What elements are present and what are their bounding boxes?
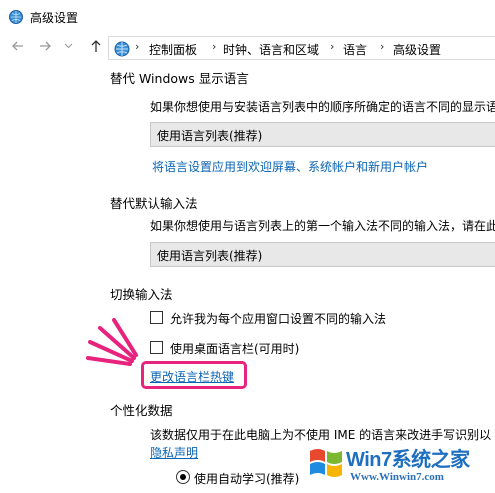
breadcrumb-clock-language-region[interactable]: 时钟、语言和区域 — [223, 41, 319, 58]
windows-logo-icon — [310, 449, 342, 477]
up-button[interactable] — [88, 39, 104, 57]
control-panel-icon — [114, 41, 130, 57]
display-language-select-value: 使用语言列表(推荐) — [157, 129, 263, 143]
desktop-language-bar-label: 使用桌面语言栏(可用时) — [170, 342, 300, 356]
override-display-description: 如果你想使用与安装语言列表中的顺序所确定的语言不同的显示语 — [150, 100, 495, 114]
breadcrumb-control-panel[interactable]: 控制面板 — [149, 41, 197, 58]
title-bar: 高级设置 — [0, 0, 495, 34]
breadcrumb-separator-icon: › — [135, 40, 140, 53]
section-title-personalization: 个性化数据 — [110, 403, 173, 418]
arrow-up-icon — [91, 40, 101, 52]
desktop-language-bar-checkbox[interactable] — [150, 341, 163, 354]
per-app-input-method-label: 允许我为每个应用窗口设置不同的输入法 — [170, 312, 387, 326]
recent-locations-button[interactable] — [63, 39, 73, 57]
breadcrumb-language[interactable]: 语言 — [343, 41, 367, 58]
breadcrumb-separator-icon: › — [330, 40, 335, 53]
address-bar[interactable]: › 控制面板 › 时钟、语言和区域 › 语言 › 高级设置 — [108, 36, 495, 60]
watermark-brand: Win7系统之家 — [346, 449, 470, 471]
apply-language-settings-link[interactable]: 将语言设置应用到欢迎屏幕、系统帐户和新用户帐户 — [152, 158, 428, 175]
input-method-select-value: 使用语言列表(推荐) — [157, 249, 263, 263]
window-title: 高级设置 — [30, 11, 79, 25]
override-input-description: 如果你想使用与语言列表上的第一个输入法不同的输入法，请在此 — [150, 219, 495, 233]
watermark-url: Www.Winwin7.com — [350, 471, 444, 483]
auto-learning-label: 使用自动学习(推荐) — [194, 472, 300, 486]
pointer-burst-icon — [86, 318, 138, 366]
desktop-language-bar-row[interactable]: 使用桌面语言栏(可用时) — [150, 340, 330, 356]
watermark: Win7系统之家 Www.Winwin7.com — [300, 437, 495, 493]
section-title-override-input: 替代默认输入法 — [110, 196, 198, 211]
arrow-right-icon — [40, 41, 51, 51]
section-title-override-display: 替代 Windows 显示语言 — [110, 71, 249, 86]
forward-button[interactable] — [37, 39, 53, 57]
auto-learning-radio[interactable] — [176, 470, 190, 484]
highlight-annotation — [141, 361, 247, 389]
input-method-select[interactable]: 使用语言列表(推荐) — [150, 242, 495, 267]
arrow-left-icon — [12, 41, 23, 51]
privacy-statement-link[interactable]: 隐私声明 — [150, 444, 198, 461]
per-app-input-method-row[interactable]: 允许我为每个应用窗口设置不同的输入法 — [150, 310, 410, 326]
display-language-select[interactable]: 使用语言列表(推荐) — [150, 122, 495, 147]
control-panel-icon — [9, 10, 23, 24]
main-content: 替代 Windows 显示语言 如果你想使用与安装语言列表中的顺序所确定的语言不… — [0, 60, 495, 493]
navigation-bar: › 控制面板 › 时钟、语言和区域 › 语言 › 高级设置 — [0, 36, 495, 60]
back-button[interactable] — [10, 39, 26, 57]
per-app-input-method-checkbox[interactable] — [150, 311, 163, 324]
breadcrumb-separator-icon: › — [380, 40, 385, 53]
chevron-down-icon — [64, 43, 72, 49]
section-title-switch-input: 切换输入法 — [110, 287, 173, 302]
breadcrumb-separator-icon: › — [212, 40, 217, 53]
breadcrumb-advanced-settings[interactable]: 高级设置 — [393, 41, 441, 58]
